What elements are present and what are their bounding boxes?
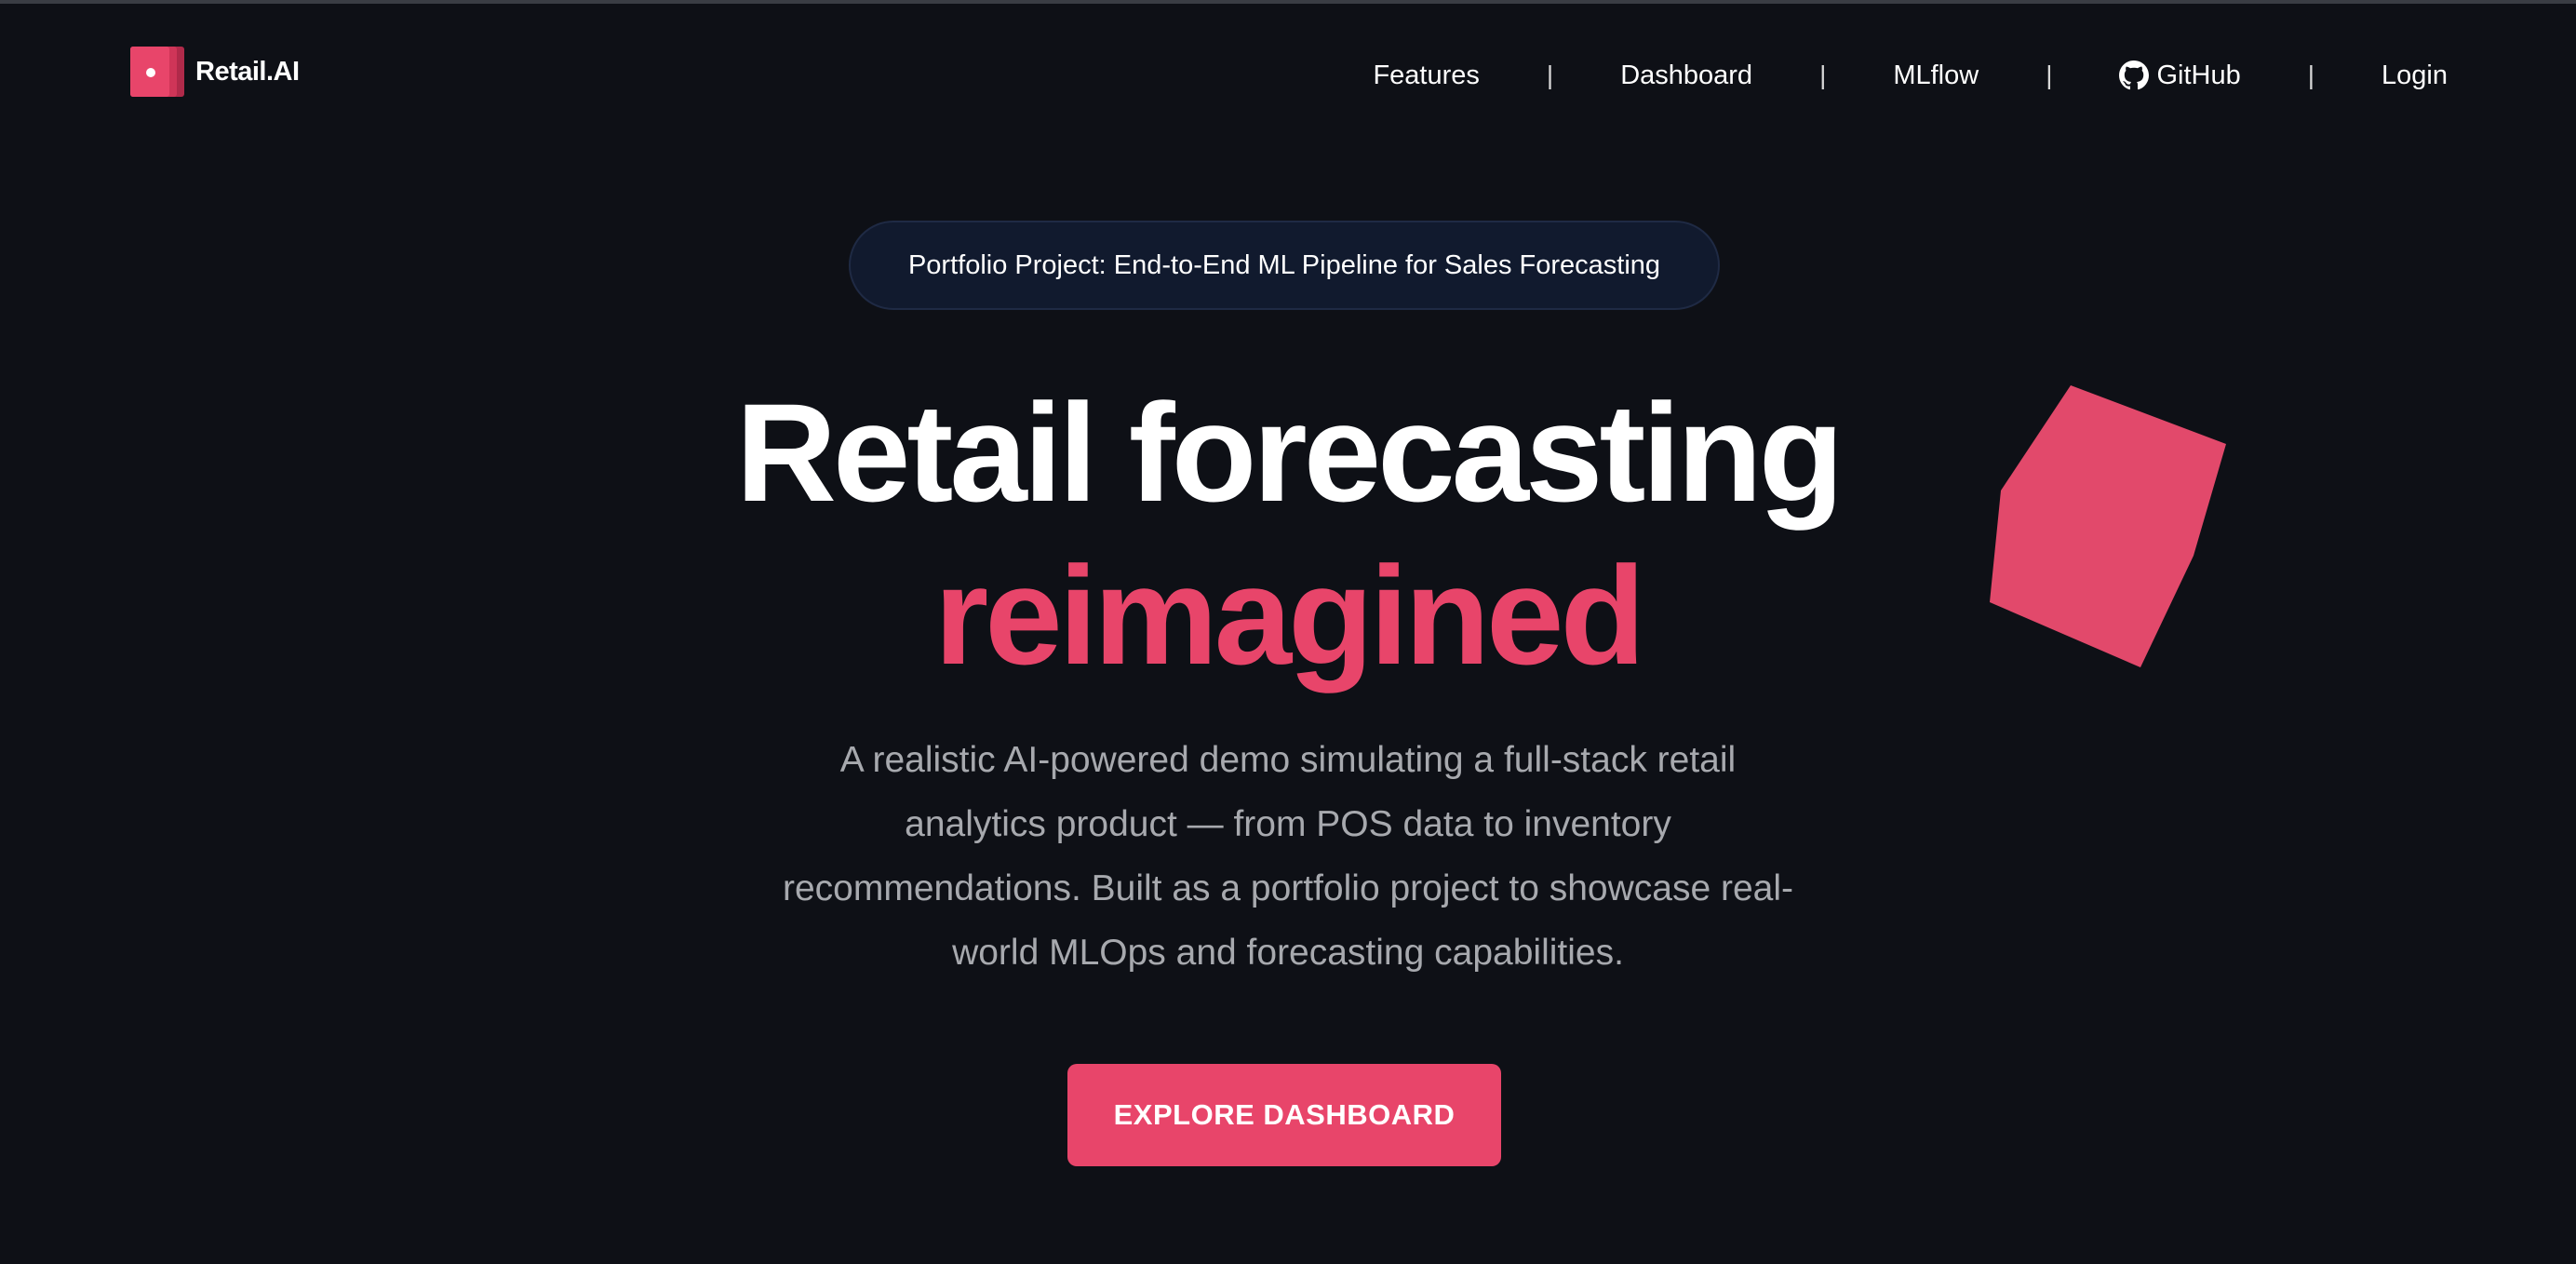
nav-separator: |: [2307, 61, 2315, 89]
logo-icon: [130, 47, 184, 97]
brand-name: Retail.AI: [195, 56, 300, 87]
project-badge: Portfolio Project: End-to-End ML Pipelin…: [849, 221, 1720, 310]
nav-link-login[interactable]: Login: [2381, 61, 2448, 91]
github-icon: [2119, 61, 2150, 90]
nav-link-mlflow[interactable]: MLflow: [1893, 61, 1979, 91]
nav-links: Features | Dashboard | MLflow | GitHub |…: [1373, 52, 2448, 99]
hero-subtitle: A realistic AI-powered demo simulating a…: [782, 740, 1794, 973]
cube-decoration-icon: [1990, 385, 2226, 667]
nav-link-dashboard[interactable]: Dashboard: [1620, 61, 1752, 91]
nav-separator: |: [1819, 61, 1827, 89]
nav-separator: |: [1546, 61, 1554, 89]
nav-link-github-label: GitHub: [2156, 60, 2241, 90]
explore-dashboard-button[interactable]: EXPLORE DASHBOARD: [1067, 1064, 1501, 1166]
nav-separator: |: [2046, 61, 2053, 89]
top-navigation: Retail.AI Features | Dashboard | MLflow …: [0, 4, 2576, 143]
nav-link-github[interactable]: GitHub: [2119, 60, 2241, 91]
nav-link-features[interactable]: Features: [1373, 61, 1479, 91]
brand-logo-link[interactable]: Retail.AI: [130, 47, 300, 97]
landing-page: Retail.AI Features | Dashboard | MLflow …: [0, 0, 2576, 1264]
